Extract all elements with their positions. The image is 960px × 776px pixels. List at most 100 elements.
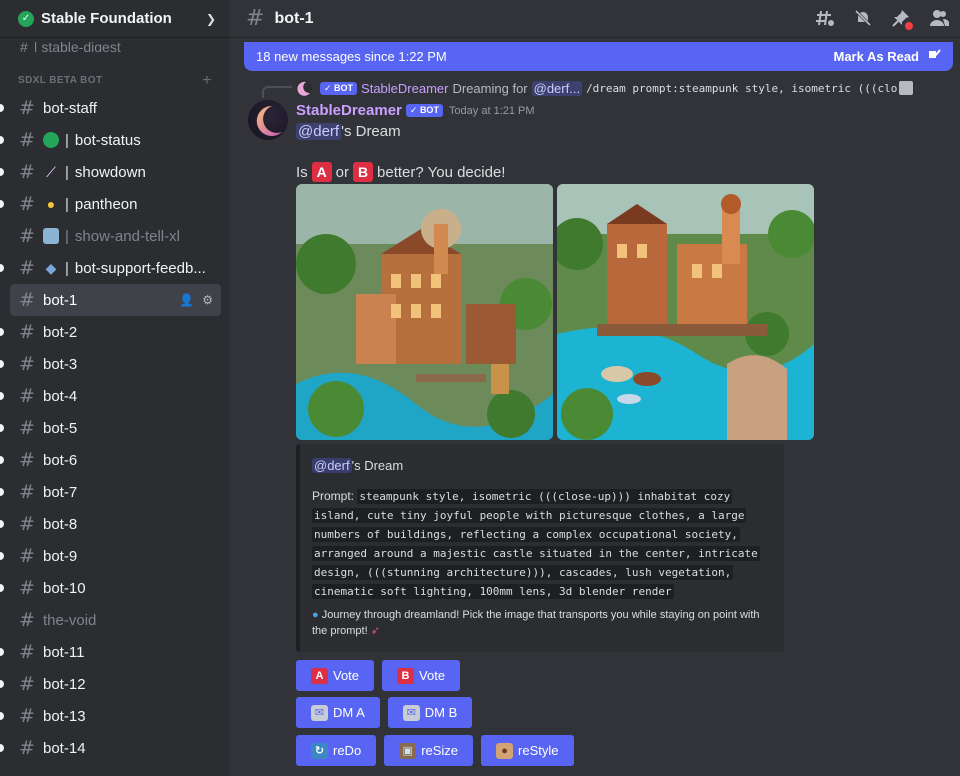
- hash-icon: #: [19, 225, 35, 247]
- hash-icon: #: [19, 417, 35, 439]
- hash-icon: #: [19, 705, 35, 727]
- redo-button[interactable]: ↻ reDo: [296, 735, 377, 766]
- sidebar-item-show-and-tell-xl[interactable]: # | show-and-tell-xl: [10, 220, 221, 252]
- pencil-icon: [899, 81, 914, 95]
- hash-icon: #: [19, 193, 35, 215]
- hash-icon: #: [19, 513, 35, 535]
- hash-icon: #: [19, 545, 35, 567]
- sidebar-item-bot-staff[interactable]: # bot-staff: [0, 92, 221, 124]
- sidebar-item-bot-14[interactable]: # bot-14: [0, 732, 221, 764]
- b-letter-icon: B: [397, 667, 415, 684]
- hash-icon: #: [19, 97, 35, 119]
- author-name[interactable]: StableDreamer: [296, 102, 402, 119]
- hash-icon: #: [19, 353, 35, 375]
- sidebar-item-bot-8[interactable]: # bot-8: [0, 508, 221, 540]
- chevron-down-icon[interactable]: ❯: [206, 12, 216, 26]
- category-sdxl-beta-bot[interactable]: SDXL BETA BOT +: [0, 52, 230, 92]
- separator: |: [65, 195, 69, 213]
- sidebar-item-bot-4[interactable]: # bot-4: [0, 380, 221, 412]
- sidebar-item-bot-6[interactable]: # bot-6: [0, 444, 221, 476]
- sidebar-item-showdown[interactable]: # ⟋ | showdown: [0, 156, 221, 188]
- framed-picture-icon: [43, 228, 59, 244]
- reply-preview[interactable]: ✓ BOT StableDreamer Dreaming for @derf..…: [296, 79, 914, 97]
- sidebar-item-bot-7[interactable]: # bot-7: [0, 476, 221, 508]
- vote-b-button[interactable]: B Vote: [382, 660, 461, 691]
- dm-button-row: ✉ DM A ✉ DM B: [296, 697, 473, 728]
- sidebar-item-bot-10[interactable]: # bot-10: [0, 572, 221, 604]
- vote-a-button[interactable]: A Vote: [296, 660, 375, 691]
- dm-b-button[interactable]: ✉ DM B: [387, 697, 473, 728]
- unread-indicator: [0, 584, 4, 592]
- button-label: DM A: [333, 705, 365, 720]
- message-header: StableDreamer ✓ BOT Today at 1:21 PM: [296, 102, 535, 119]
- mark-read-icon[interactable]: [927, 48, 941, 65]
- generated-image-a[interactable]: [296, 184, 553, 440]
- server-header[interactable]: ✓ Stable Foundation ❯: [0, 0, 230, 38]
- unread-indicator: [0, 648, 4, 656]
- members-icon[interactable]: [928, 8, 950, 30]
- rocket-icon: ➶: [370, 625, 380, 637]
- unread-indicator: [0, 168, 4, 176]
- separator: |: [65, 227, 69, 245]
- avatar[interactable]: [248, 100, 288, 140]
- sidebar-item-bot-11[interactable]: # bot-11: [0, 636, 221, 668]
- channel-label: pantheon: [74, 195, 138, 213]
- add-channel-icon[interactable]: +: [202, 73, 212, 89]
- prompt-line: cinematic soft lighting, 100mm lens, 3d …: [312, 584, 674, 599]
- sidebar-item-the-void[interactable]: # the-void: [10, 604, 221, 636]
- generated-image-b[interactable]: [557, 184, 814, 440]
- sidebar-item-bot-3[interactable]: # bot-3: [0, 348, 221, 380]
- invite-icon[interactable]: 👤: [179, 293, 194, 307]
- unread-indicator: [0, 136, 4, 144]
- reply-username[interactable]: StableDreamer: [361, 81, 448, 96]
- button-label: reStyle: [518, 743, 559, 758]
- prompt-line: design, (((stunning architecture))), cas…: [312, 565, 734, 580]
- channel-label: bot-8: [43, 515, 78, 533]
- prompt-line: arranged around a majestic castle situat…: [312, 546, 760, 561]
- unread-indicator: [0, 680, 4, 688]
- hash-icon: #: [19, 385, 35, 407]
- reply-mention[interactable]: @derf...: [531, 80, 583, 96]
- mute-bell-icon[interactable]: [852, 8, 874, 30]
- button-label: Vote: [419, 668, 446, 683]
- hash-icon: #: [19, 449, 35, 471]
- sidebar-item-bot-1[interactable]: # bot-1 👤 ⚙: [10, 284, 221, 316]
- channel-label: bot-10: [43, 579, 86, 597]
- unread-indicator: [0, 712, 4, 720]
- prompt-line: numbers of buildings, reflecting a compl…: [312, 527, 740, 542]
- unread-indicator: [0, 488, 4, 496]
- user-mention[interactable]: @derf: [296, 123, 342, 140]
- sidebar-item-bot-9[interactable]: # bot-9: [0, 540, 221, 572]
- new-messages-bar[interactable]: 18 new messages since 1:22 PM Mark As Re…: [244, 42, 953, 71]
- threads-icon[interactable]: [814, 8, 836, 30]
- hash-icon: #: [246, 6, 265, 31]
- pin-icon[interactable]: [890, 8, 913, 30]
- palette-icon: ●: [496, 742, 514, 759]
- sidebar-item-bot-5[interactable]: # bot-5: [0, 412, 221, 444]
- sidebar-item-bot-status[interactable]: # | bot-status: [0, 124, 221, 156]
- medal-icon: ●: [46, 196, 56, 212]
- sidebar-item-bot-13[interactable]: # bot-13: [0, 700, 221, 732]
- a-letter-icon: A: [311, 162, 332, 182]
- sidebar-item-bot-2[interactable]: # bot-2: [0, 316, 221, 348]
- timestamp: Today at 1:21 PM: [448, 104, 535, 117]
- resize-button[interactable]: ▣ reSize: [384, 735, 474, 766]
- repeat-icon: ↻: [311, 742, 328, 759]
- sidebar-item-bot-12[interactable]: # bot-12: [0, 668, 221, 700]
- hash-icon: #: [19, 481, 35, 503]
- dm-a-button[interactable]: ✉ DM A: [296, 697, 380, 728]
- user-mention[interactable]: @derf: [312, 458, 352, 473]
- b-letter-icon: B: [353, 162, 374, 182]
- channel-label: bot-staff: [43, 99, 97, 117]
- mark-as-read-button[interactable]: Mark As Read: [834, 49, 920, 64]
- green-circle-icon: [43, 132, 59, 148]
- channel-title: bot-1: [274, 9, 314, 27]
- channel-label: bot-13: [43, 707, 86, 725]
- button-label: DM B: [424, 705, 458, 720]
- channel-stable-digest[interactable]: # | stable-digest: [0, 38, 230, 52]
- gear-icon[interactable]: ⚙: [202, 293, 213, 307]
- restyle-button[interactable]: ● reStyle: [481, 735, 574, 766]
- sidebar-item-pantheon[interactable]: # ● | pantheon: [0, 188, 221, 220]
- hash-icon: #: [19, 673, 35, 695]
- sidebar-item-bot-support-feedback[interactable]: # ◆ | bot-support-feedb...: [0, 252, 221, 284]
